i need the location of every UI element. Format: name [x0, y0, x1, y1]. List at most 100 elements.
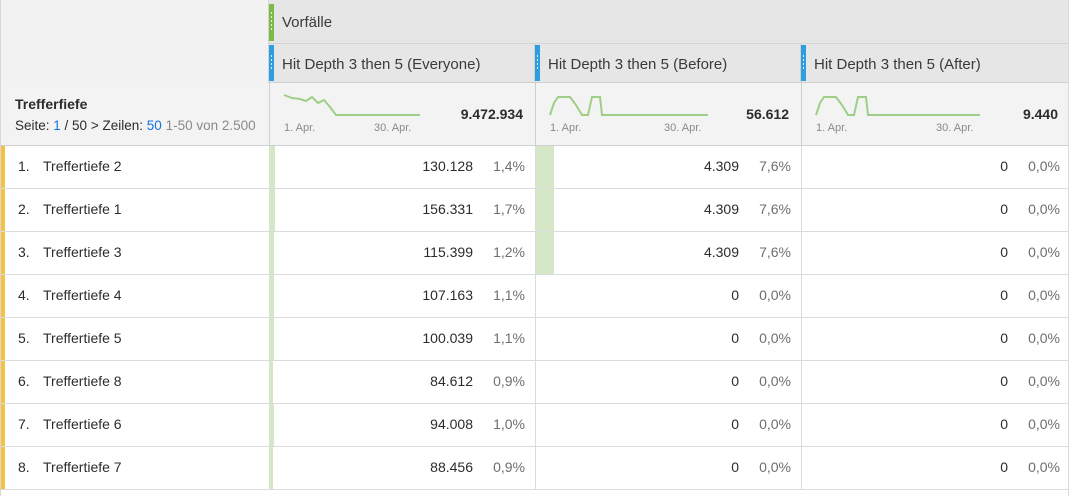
value-bar	[271, 189, 275, 231]
cell-percent: 7,6%	[759, 201, 791, 217]
table-row[interactable]: 6. Treffertiefe 8 84.612 0,9% 0 0,0% 0 0,0%	[1, 361, 1068, 404]
sparkline-before	[549, 96, 708, 116]
cell-everyone[interactable]: 100.039 1,1%	[269, 318, 535, 360]
cell-after[interactable]: 0 0,0%	[801, 404, 1068, 446]
cell-everyone[interactable]: 130.128 1,4%	[269, 146, 535, 188]
cell-everyone[interactable]: 107.163 1,1%	[269, 275, 535, 317]
cell-before[interactable]: 0 0,0%	[535, 447, 801, 489]
cell-percent: 0,0%	[1028, 287, 1060, 303]
cell-after[interactable]: 0 0,0%	[801, 361, 1068, 403]
table-row[interactable]: 3. Treffertiefe 3 115.399 1,2% 4.309 7,6% …	[1, 232, 1068, 275]
row-number: 1.	[18, 158, 30, 174]
cell-everyone[interactable]: 84.612 0,9%	[269, 361, 535, 403]
cell-percent: 0,0%	[759, 330, 791, 346]
row-number: 3.	[18, 244, 30, 260]
cell-after[interactable]: 0 0,0%	[801, 275, 1068, 317]
column-header-after[interactable]: Hit Depth 3 then 5 (After)	[801, 44, 1068, 83]
value-bar	[271, 404, 274, 446]
cell-everyone[interactable]: 156.331 1,7%	[269, 189, 535, 231]
column-header-before[interactable]: Hit Depth 3 then 5 (Before)	[535, 44, 801, 83]
cell-percent: 0,0%	[759, 287, 791, 303]
cell-after[interactable]: 0 0,0%	[801, 447, 1068, 489]
cell-percent: 0,0%	[1028, 158, 1060, 174]
cell-percent: 0,0%	[759, 459, 791, 475]
cell-before[interactable]: 4.309 7,6%	[535, 232, 801, 274]
table-row[interactable]: 7. Treffertiefe 6 94.008 1,0% 0 0,0% 0 0,0%	[1, 404, 1068, 447]
row-accent	[1, 189, 5, 231]
cell-percent: 0,0%	[759, 373, 791, 389]
column-drag-handle[interactable]	[269, 45, 274, 81]
table-row[interactable]: 8. Treffertiefe 7 88.456 0,9% 0 0,0% 0 0,0%	[1, 447, 1068, 490]
rows-per-page[interactable]: 50	[147, 118, 162, 133]
sparkline-everyone	[283, 94, 420, 116]
cell-percent: 7,6%	[759, 158, 791, 174]
row-label[interactable]: Treffertiefe 5	[43, 330, 122, 346]
cell-value: 0	[1000, 330, 1008, 346]
row-number: 4.	[18, 287, 30, 303]
cell-everyone[interactable]: 94.008 1,0%	[269, 404, 535, 446]
row-label[interactable]: Treffertiefe 1	[43, 201, 122, 217]
sparkline-end-label: 30. Apr.	[374, 122, 412, 134]
row-label[interactable]: Treffertiefe 2	[43, 158, 122, 174]
cell-after[interactable]: 0 0,0%	[801, 189, 1068, 231]
metric-group-title[interactable]: Vorfälle	[282, 14, 332, 31]
row-label[interactable]: Treffertiefe 8	[43, 373, 122, 389]
row-number: 2.	[18, 201, 30, 217]
row-range: 1-50 von 2.500	[165, 118, 256, 133]
group-drag-handle[interactable]	[269, 4, 274, 41]
cell-value: 4.309	[703, 201, 739, 217]
cell-percent: 1,1%	[493, 330, 525, 346]
page-current[interactable]: 1	[53, 118, 61, 133]
cell-before[interactable]: 0 0,0%	[535, 404, 801, 446]
cell-before[interactable]: 0 0,0%	[535, 275, 801, 317]
cell-percent: 7,6%	[759, 244, 791, 260]
row-label[interactable]: Treffertiefe 6	[43, 416, 122, 432]
cell-value: 4.309	[703, 244, 739, 260]
table-row[interactable]: 4. Treffertiefe 4 107.163 1,1% 0 0,0% 0 0,0…	[1, 275, 1068, 318]
cell-after[interactable]: 0 0,0%	[801, 232, 1068, 274]
column-header-everyone[interactable]: Hit Depth 3 then 5 (Everyone)	[269, 44, 535, 83]
column-header-label: Hit Depth 3 then 5 (Everyone)	[282, 56, 481, 73]
cell-before[interactable]: 0 0,0%	[535, 318, 801, 360]
row-accent	[1, 275, 5, 317]
cell-value: 0	[1000, 287, 1008, 303]
row-number: 5.	[18, 330, 30, 346]
cell-percent: 0,0%	[1028, 201, 1060, 217]
cell-after[interactable]: 0 0,0%	[801, 318, 1068, 360]
table-row[interactable]: 5. Treffertiefe 5 100.039 1,1% 0 0,0% 0 0,0…	[1, 318, 1068, 361]
summary-total: 9.472.934	[460, 106, 523, 122]
cell-percent: 1,2%	[493, 244, 525, 260]
table-row[interactable]: 2. Treffertiefe 1 156.331 1,7% 4.309 7,6% …	[1, 189, 1068, 232]
row-label[interactable]: Treffertiefe 4	[43, 287, 122, 303]
table-row[interactable]: 1. Treffertiefe 2 130.128 1,4% 4.309 7,6% …	[1, 146, 1068, 189]
cell-everyone[interactable]: 88.456 0,9%	[269, 447, 535, 489]
value-bar	[271, 146, 275, 188]
value-bar	[536, 146, 554, 188]
cell-percent: 0,0%	[1028, 373, 1060, 389]
next-page-icon[interactable]: >	[91, 118, 99, 133]
sparkline-start-label: 1. Apr.	[550, 122, 582, 134]
column-drag-handle[interactable]	[801, 45, 806, 81]
cell-everyone[interactable]: 115.399 1,2%	[269, 232, 535, 274]
summary-cell-after: 1. Apr. 30. Apr. 9.440	[801, 83, 1068, 146]
value-bar	[536, 232, 554, 274]
column-drag-handle[interactable]	[535, 45, 540, 81]
cell-before[interactable]: 4.309 7,6%	[535, 146, 801, 188]
row-accent	[1, 404, 5, 446]
summary-total: 56.612	[746, 106, 789, 122]
row-label[interactable]: Treffertiefe 3	[43, 244, 122, 260]
cell-percent: 1,1%	[493, 287, 525, 303]
cell-before[interactable]: 0 0,0%	[535, 361, 801, 403]
cell-after[interactable]: 0 0,0%	[801, 146, 1068, 188]
sparkline-start-label: 1. Apr.	[816, 122, 848, 134]
cell-value: 0	[1000, 416, 1008, 432]
cell-value: 94.008	[430, 416, 473, 432]
row-label[interactable]: Treffertiefe 7	[43, 459, 122, 475]
dimension-title[interactable]: Trefferfiefe	[15, 96, 87, 112]
cell-percent: 1,0%	[493, 416, 525, 432]
value-bar	[271, 318, 274, 360]
page-label: Seite:	[15, 118, 54, 133]
sparkline-start-label: 1. Apr.	[284, 122, 316, 134]
sparkline-after	[815, 96, 980, 116]
cell-before[interactable]: 4.309 7,6%	[535, 189, 801, 231]
